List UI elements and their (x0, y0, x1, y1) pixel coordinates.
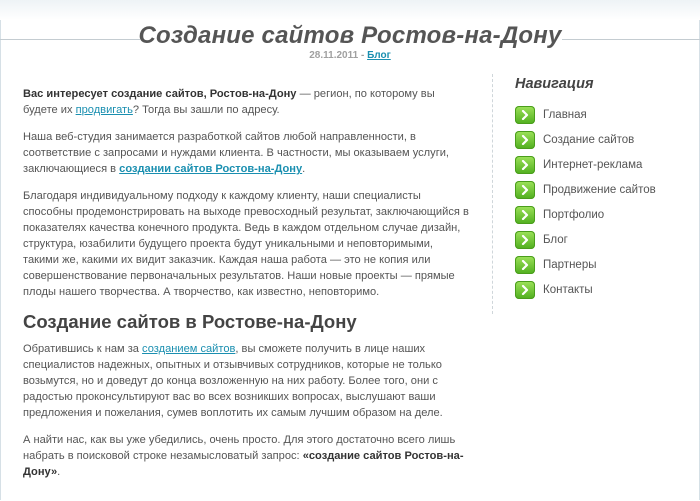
sidebar-item-label: Партнеры (543, 258, 597, 271)
sidebar-navigation: Навигация Главная Создание сайтов Интернет… (515, 74, 690, 302)
paragraph-text: Обратившись к нам за (23, 343, 143, 355)
top-strip (0, 0, 700, 20)
sidebar-item-label: Интернет-реклама (543, 158, 643, 171)
sidebar-item-contacts[interactable]: Контакты (515, 277, 690, 302)
column-divider (492, 74, 493, 314)
link-site-creation[interactable]: созданием сайтов (142, 343, 235, 355)
post-meta: 28.11.2011 - Блог (0, 50, 700, 61)
link-promote[interactable]: продвигать (76, 104, 133, 116)
arrow-right-icon (515, 105, 535, 124)
sidebar-item-seo[interactable]: Продвижение сайтов (515, 177, 690, 202)
sidebar-item-label: Продвижение сайтов (543, 183, 656, 196)
nav-list: Главная Создание сайтов Интернет-реклама Пр… (515, 102, 690, 302)
sidebar-item-label: Контакты (543, 283, 593, 296)
sidebar-item-internet-ads[interactable]: Интернет-реклама (515, 152, 690, 177)
meta-separator: - (358, 50, 368, 61)
sidebar-item-portfolio[interactable]: Портфолио (515, 202, 690, 227)
arrow-right-icon (515, 230, 535, 249)
paragraph-2: Наша веб-студия занимается разработкой с… (23, 129, 471, 177)
page-title: Создание сайтов Ростов-на-Дону (138, 22, 562, 49)
article-content: Вас интересует создание сайтов, Ростов-н… (23, 86, 471, 491)
intro-bold: Вас интересует создание сайтов, Ростов-н… (23, 88, 297, 100)
title-rule-right (562, 39, 700, 40)
sidebar-item-blog[interactable]: Блог (515, 227, 690, 252)
arrow-right-icon (515, 155, 535, 174)
paragraph-text: . (302, 163, 306, 175)
paragraph-text: ? Тогда вы зашли по адресу. (132, 104, 280, 116)
arrow-right-icon (515, 255, 535, 274)
sidebar-item-label: Главная (543, 108, 587, 121)
link-create-sites-rostov[interactable]: создании сайтов Ростов-на-Дону (119, 163, 302, 175)
arrow-right-icon (515, 180, 535, 199)
paragraph-3: Благодаря индивидуальному подходу к кажд… (23, 190, 469, 298)
section-heading: Создание сайтов в Ростове-на-Дону (23, 311, 357, 332)
paragraph-1: Вас интересует создание сайтов, Ростов-н… (23, 86, 471, 118)
sidebar-item-partners[interactable]: Партнеры (515, 252, 690, 277)
sidebar-item-label: Создание сайтов (543, 133, 635, 146)
sidebar-item-label: Портфолио (543, 208, 605, 221)
sidebar-item-label: Блог (543, 233, 568, 246)
arrow-right-icon (515, 280, 535, 299)
sidebar-title: Навигация (515, 76, 594, 92)
arrow-right-icon (515, 205, 535, 224)
paragraph-4: Обратившись к нам за созданием сайтов, в… (23, 341, 471, 421)
sidebar-item-site-creation[interactable]: Создание сайтов (515, 127, 690, 152)
sidebar-item-home[interactable]: Главная (515, 102, 690, 127)
arrow-right-icon (515, 130, 535, 149)
paragraph-text: . (57, 466, 61, 478)
paragraph-5: А найти нас, как вы уже убедились, очень… (23, 432, 471, 480)
category-link[interactable]: Блог (367, 50, 391, 61)
post-date: 28.11.2011 (309, 50, 359, 61)
